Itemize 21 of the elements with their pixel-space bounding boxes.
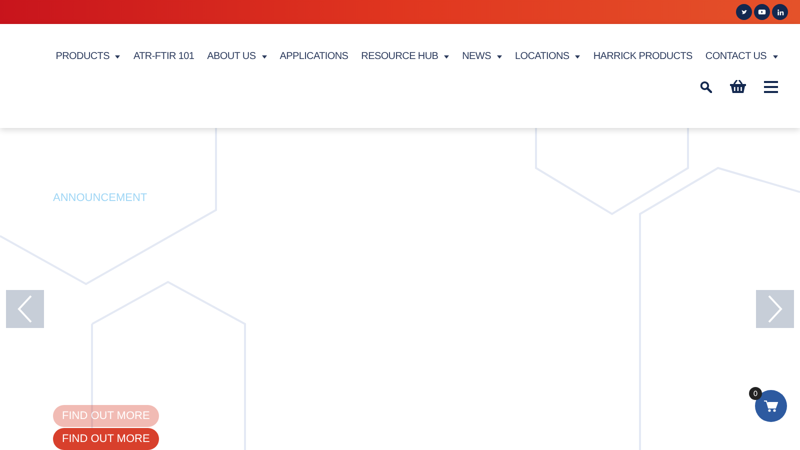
chevron-right-icon <box>767 295 783 323</box>
nav-link[interactable]: ATR-FTIR 101 <box>126 51 201 62</box>
nav-link[interactable]: CONTACT US <box>698 51 784 62</box>
nav-link[interactable]: RESOURCE HUB <box>354 51 456 62</box>
search-icon[interactable] <box>700 80 712 92</box>
slide-eyebrow: ANNOUNCEMENT <box>53 192 148 204</box>
cart-icon <box>764 400 778 412</box>
menu-icon[interactable] <box>764 80 778 92</box>
bird-icon[interactable] <box>736 4 752 20</box>
nav-link[interactable]: NEWS <box>456 51 508 62</box>
linkedin-icon[interactable] <box>772 4 788 20</box>
nav-link[interactable]: HARRICK PRODUCTS <box>586 51 699 62</box>
nav-link[interactable]: LOCATIONS <box>508 51 587 62</box>
nav-link[interactable]: ABOUT US <box>200 51 274 62</box>
chevron-left-icon <box>17 295 33 323</box>
cart-button[interactable] <box>755 390 787 422</box>
basket-icon[interactable] <box>730 80 746 93</box>
play-icon[interactable] <box>754 4 770 20</box>
nav-link[interactable]: APPLICATIONS <box>273 51 355 62</box>
nav-link[interactable]: PRODUCTS <box>49 51 127 62</box>
find-out-more-button[interactable]: FIND OUT MORE <box>53 428 159 450</box>
